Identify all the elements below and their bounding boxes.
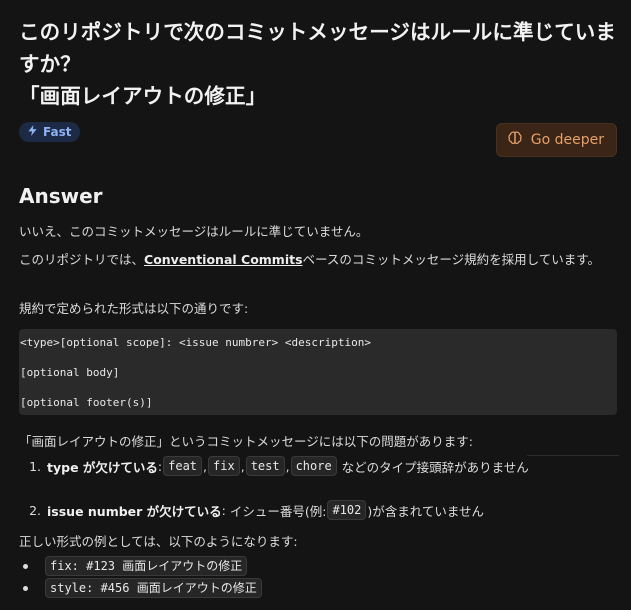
list-number: 1.	[29, 458, 41, 474]
code-line: [optional body]	[20, 366, 120, 379]
inline-code: #102	[327, 500, 367, 520]
answer-paragraph-5: 正しい形式の例としては、以下のようになります:	[19, 534, 298, 549]
go-deeper-button[interactable]: Go deeper	[495, 123, 617, 157]
comma: ,	[203, 458, 208, 474]
conventional-commits-link[interactable]: Conventional Commits	[144, 252, 303, 267]
question-title: このリポジトリで次のコミットメッセージはルールに準じていますか？ 「画面レイアウ…	[19, 20, 616, 108]
bullet-dot	[23, 585, 28, 591]
divider	[527, 455, 619, 456]
inline-code: fix	[208, 456, 240, 476]
example-list-item: fix: #123 画面レイアウトの修正	[19, 556, 248, 576]
problem-list-item: 1. type が欠けている: feat, fix, test, chore な…	[19, 456, 529, 476]
answer-paragraph-2: このリポジトリでは、Conventional Commitsベースのコミットメッ…	[19, 249, 600, 268]
code-line: [optional footer(s)]	[20, 396, 153, 409]
problem-separator: :	[221, 502, 230, 518]
paragraph-2-prefix: このリポジトリでは、	[19, 252, 145, 267]
bullet-dot	[23, 563, 28, 569]
answer-heading: Answer	[19, 184, 103, 208]
answer-paragraph-3: 規約で定められた形式は以下の通りです:	[19, 301, 249, 316]
comma: ,	[285, 458, 290, 474]
problem-tail: などのタイプ接頭辞がありません	[337, 459, 529, 475]
format-code-block: <type>[optional scope]: <issue numbrer> …	[19, 329, 617, 415]
problem-list-item: 2. issue number が欠けている: イシュー番号(例: #102)が…	[19, 500, 484, 520]
problem-term: issue number が欠けている	[47, 503, 222, 519]
code-line: <type>[optional scope]: <issue numbrer> …	[20, 336, 371, 349]
paragraph-2-suffix: ベースのコミットメッセージ規約を採用しています。	[302, 252, 601, 267]
inline-code: chore	[290, 456, 337, 476]
lightning-icon	[27, 125, 38, 139]
list-number: 2.	[29, 502, 41, 518]
inline-code: feat	[163, 456, 203, 476]
problem-tail: )が含まれていません	[367, 503, 484, 519]
example-code: style: #456 画面レイアウトの修正	[45, 578, 262, 598]
brain-icon	[507, 130, 523, 150]
fast-badge: Fast	[19, 122, 81, 142]
inline-code: test	[245, 456, 285, 476]
example-code: fix: #123 画面レイアウトの修正	[45, 556, 248, 576]
answer-page: このリポジトリで次のコミットメッセージはルールに準じていますか？ 「画面レイアウ…	[19, 0, 619, 598]
example-list-item: style: #456 画面レイアウトの修正	[19, 578, 263, 598]
problem-term: type が欠けている	[47, 459, 158, 475]
go-deeper-label: Go deeper	[530, 132, 604, 148]
answer-paragraph-1: いいえ、このコミットメッセージはルールに準じていません。	[19, 224, 369, 239]
answer-paragraph-4: 「画面レイアウトの修正」というコミットメッセージには以下の問題があります:	[19, 434, 473, 449]
comma: ,	[240, 458, 245, 474]
problem-pre: イシュー番号(例:	[229, 503, 327, 519]
badge-label: Fast	[43, 125, 72, 139]
problem-separator: :	[157, 458, 163, 474]
